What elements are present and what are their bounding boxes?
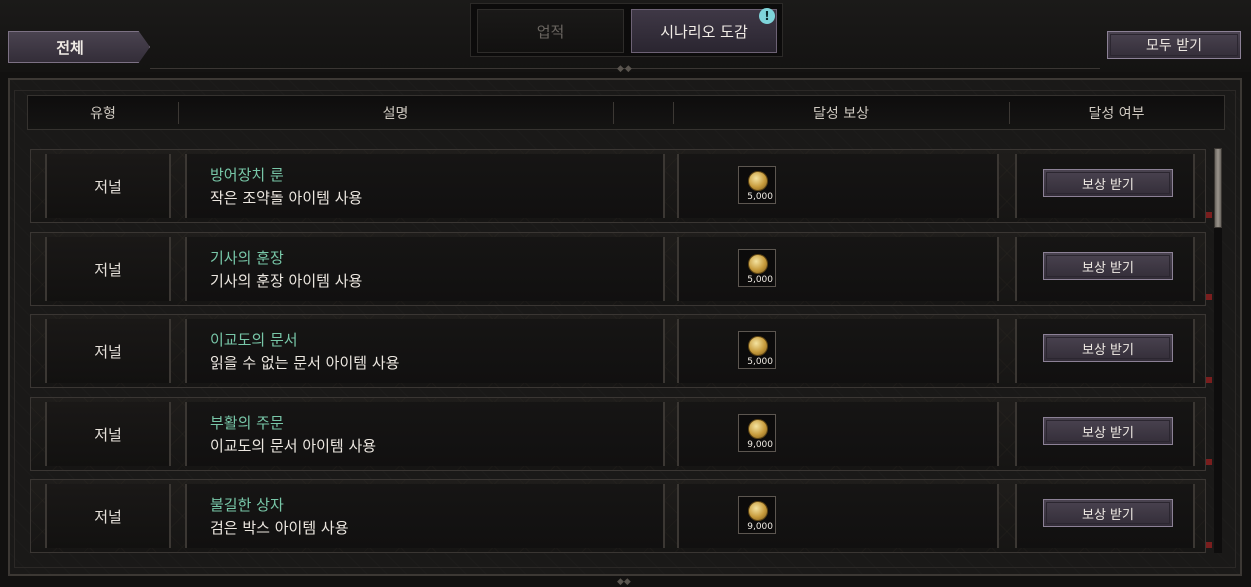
claim-reward-button[interactable]: 보상 받기 (1043, 169, 1173, 197)
header-desc: 설명 (382, 105, 409, 122)
claim-reward-label: 보상 받기 (1082, 342, 1134, 358)
table-row: 저널 불길한 상자 검은 박스 아이템 사용 9,000 보상 받기 (30, 479, 1206, 553)
row-status: 보상 받기 (1015, 237, 1195, 301)
gold-coin-icon (748, 171, 768, 191)
table-row: 저널 방어장치 룬 작은 조약돌 아이템 사용 5,000 보상 받기 (30, 149, 1206, 223)
row-type: 저널 (45, 484, 171, 548)
row-requirement: 기사의 훈장 아이템 사용 (210, 272, 363, 290)
row-marker (1206, 294, 1212, 300)
row-title: 이교도의 문서 (210, 331, 298, 349)
receive-all-button[interactable]: 모두 받기 (1107, 31, 1241, 59)
reward-item-slot[interactable]: 5,000 (738, 166, 776, 204)
claim-reward-button[interactable]: 보상 받기 (1043, 334, 1173, 362)
row-marker (1206, 212, 1212, 218)
row-marker (1206, 459, 1212, 465)
row-description: 불길한 상자 검은 박스 아이템 사용 (185, 484, 665, 548)
row-reward: 9,000 (677, 402, 999, 466)
row-status: 보상 받기 (1015, 402, 1195, 466)
row-type: 저널 (45, 319, 171, 383)
row-marker (1206, 377, 1212, 383)
header-reward: 달성 보상 (813, 105, 869, 122)
reward-item-slot[interactable]: 9,000 (738, 414, 776, 452)
row-reward: 5,000 (677, 154, 999, 218)
divider-ornament-icon: ◆◆ (617, 64, 633, 74)
gold-coin-icon (748, 254, 768, 274)
claim-reward-button[interactable]: 보상 받기 (1043, 417, 1173, 445)
row-title: 기사의 훈장 (210, 249, 284, 267)
row-status: 보상 받기 (1015, 319, 1195, 383)
table-row: 저널 부활의 주문 이교도의 문서 아이템 사용 9,000 보상 받기 (30, 397, 1206, 471)
row-description: 이교도의 문서 읽을 수 없는 문서 아이템 사용 (185, 319, 665, 383)
receive-all-label: 모두 받기 (1146, 38, 1202, 54)
reward-amount: 9,000 (747, 522, 773, 532)
gold-coin-icon (748, 501, 768, 521)
table-row: 저널 기사의 훈장 기사의 훈장 아이템 사용 5,000 보상 받기 (30, 232, 1206, 306)
claim-reward-label: 보상 받기 (1082, 177, 1134, 193)
reward-item-slot[interactable]: 9,000 (738, 496, 776, 534)
gold-coin-icon (748, 419, 768, 439)
claim-reward-button[interactable]: 보상 받기 (1043, 499, 1173, 527)
row-type: 저널 (45, 154, 171, 218)
tab-achievements-label: 업적 (536, 22, 565, 41)
alert-icon: ! (759, 8, 775, 24)
row-marker (1206, 542, 1212, 548)
row-type: 저널 (45, 237, 171, 301)
row-title: 방어장치 룬 (210, 166, 284, 184)
row-description: 부활의 주문 이교도의 문서 아이템 사용 (185, 402, 665, 466)
row-requirement: 읽을 수 없는 문서 아이템 사용 (210, 354, 400, 372)
scrollbar-thumb[interactable] (1214, 148, 1222, 228)
row-requirement: 작은 조약돌 아이템 사용 (210, 189, 363, 207)
filter-all-tab[interactable]: 전체 (8, 31, 150, 63)
gold-coin-icon (748, 336, 768, 356)
panel-bottom-border (8, 574, 1242, 576)
tab-scenario-codex[interactable]: 시나리오 도감 (631, 9, 777, 53)
claim-reward-label: 보상 받기 (1082, 507, 1134, 523)
reward-amount: 5,000 (747, 275, 773, 285)
claim-reward-button[interactable]: 보상 받기 (1043, 252, 1173, 280)
row-title: 부활의 주문 (210, 414, 284, 432)
header-divider (613, 102, 614, 124)
tab-scenario-codex-label: 시나리오 도감 (660, 22, 748, 41)
reward-item-slot[interactable]: 5,000 (738, 331, 776, 369)
row-status: 보상 받기 (1015, 484, 1195, 548)
row-requirement: 검은 박스 아이템 사용 (210, 519, 349, 537)
row-reward: 5,000 (677, 237, 999, 301)
reward-item-slot[interactable]: 5,000 (738, 249, 776, 287)
row-requirement: 이교도의 문서 아이템 사용 (210, 437, 377, 455)
tab-achievements[interactable]: 업적 (477, 9, 624, 53)
row-reward: 9,000 (677, 484, 999, 548)
filter-all-label: 전체 (56, 38, 84, 57)
row-title: 불길한 상자 (210, 496, 284, 514)
row-description: 방어장치 룬 작은 조약돌 아이템 사용 (185, 154, 665, 218)
category-tabs: 업적 시나리오 도감 (470, 3, 783, 57)
table-row: 저널 이교도의 문서 읽을 수 없는 문서 아이템 사용 5,000 보상 받기 (30, 314, 1206, 388)
reward-amount: 9,000 (747, 440, 773, 450)
table-header: 유형 설명 달성 보상 달성 여부 (27, 95, 1225, 130)
row-description: 기사의 훈장 기사의 훈장 아이템 사용 (185, 237, 665, 301)
claim-reward-label: 보상 받기 (1082, 260, 1134, 276)
header-status: 달성 여부 (1088, 105, 1145, 122)
header-type: 유형 (90, 105, 116, 122)
row-type: 저널 (45, 402, 171, 466)
claim-reward-label: 보상 받기 (1082, 425, 1134, 441)
reward-amount: 5,000 (747, 192, 773, 202)
reward-amount: 5,000 (747, 357, 773, 367)
row-reward: 5,000 (677, 319, 999, 383)
row-status: 보상 받기 (1015, 154, 1195, 218)
